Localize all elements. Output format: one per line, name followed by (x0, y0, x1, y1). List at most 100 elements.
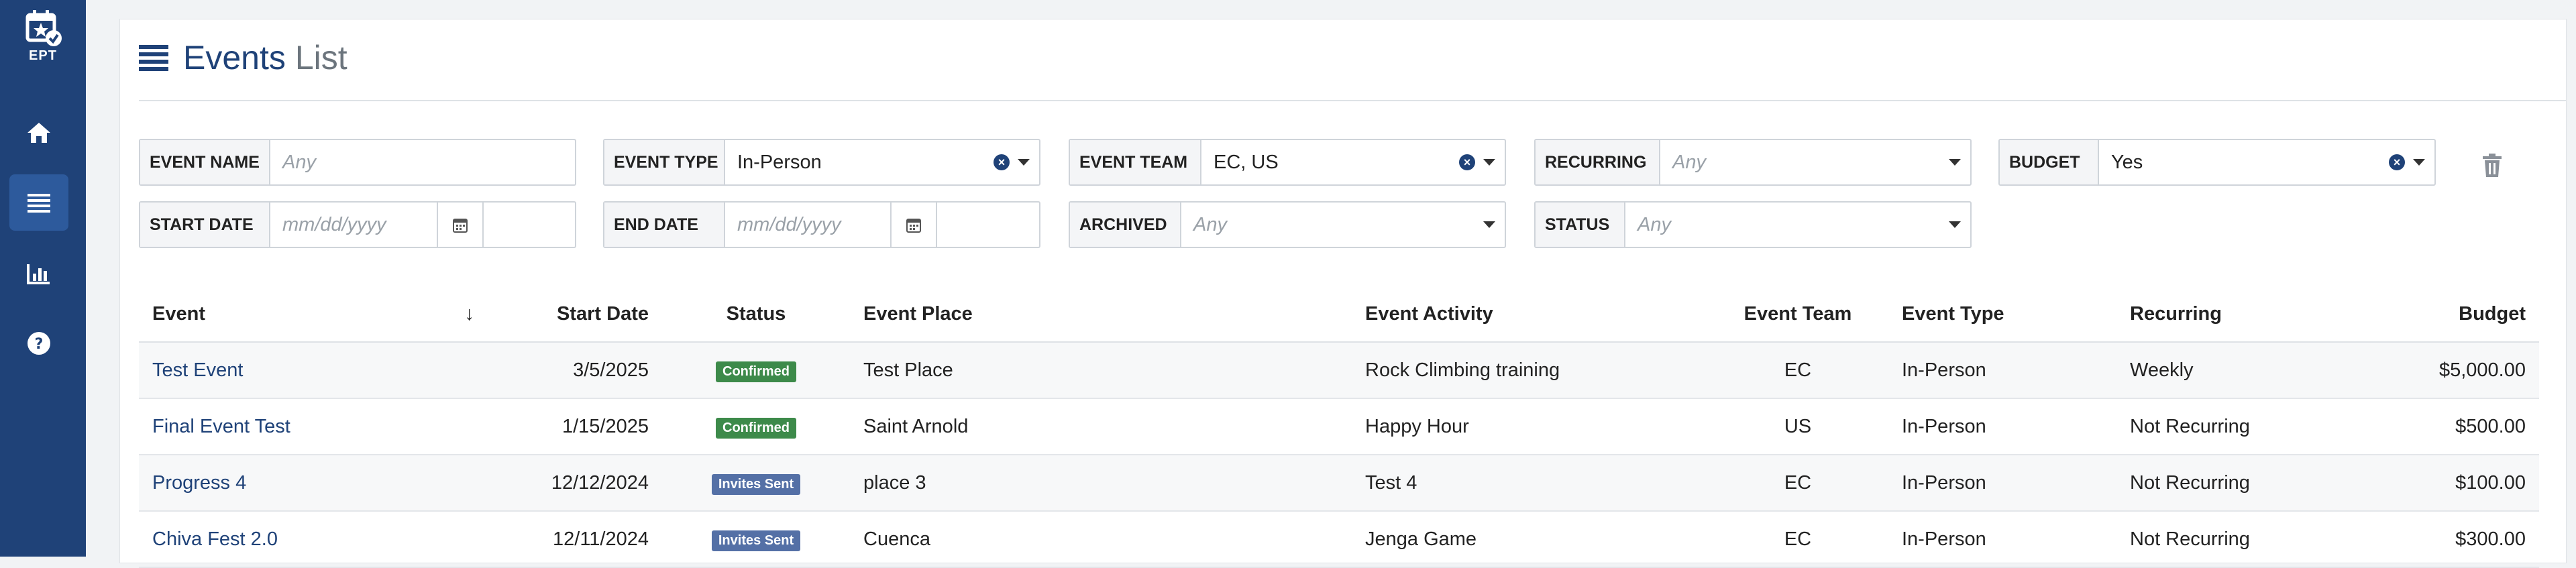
event-type-value: In-Person (737, 151, 822, 173)
col-header-event[interactable]: Event ↓ (139, 286, 488, 343)
event-link[interactable]: Progress 4 (152, 472, 246, 494)
cell-start-date: 12/12/2024 (488, 455, 662, 512)
calendar-check-icon (25, 10, 62, 46)
filter-label: EVENT TYPE (604, 140, 725, 184)
sort-desc-icon[interactable]: ↓ (465, 303, 475, 325)
svg-text:?: ? (35, 336, 44, 353)
cell-recurring: Not Recurring (2116, 398, 2412, 455)
recurring-select[interactable]: Any (1660, 140, 1970, 184)
archived-placeholder: Any (1193, 213, 1227, 235)
col-header-event-activity[interactable]: Event Activity (1352, 286, 1707, 343)
event-name-input[interactable]: Any (270, 140, 575, 184)
page-title: Events List (139, 38, 347, 77)
cell-recurring: Not Recurring (2116, 455, 2412, 512)
budget-value: Yes (2111, 151, 2143, 173)
status-placeholder: Any (1638, 213, 1671, 235)
start-date-input[interactable]: mm/dd/yyyy (270, 203, 437, 247)
cell-event-team: EC (1707, 455, 1888, 512)
status-badge: Invites Sent (711, 530, 801, 551)
filter-budget[interactable]: BUDGET Yes × (1998, 139, 2436, 186)
cell-status: Invites Sent (662, 511, 850, 568)
col-header-event-place[interactable]: Event Place (850, 286, 1352, 343)
start-date-calendar-button[interactable] (437, 203, 482, 247)
cell-start-date: 12/11/2024 (488, 511, 662, 568)
recurring-placeholder: Any (1672, 151, 1706, 173)
title-divider (139, 100, 2566, 101)
nav-list[interactable] (9, 174, 68, 231)
table-row[interactable]: Test Event 3/5/2025 Confirmed Test Place Roc… (139, 342, 2539, 399)
chevron-down-icon[interactable] (1949, 221, 1961, 228)
cell-event-team: US (1707, 398, 1888, 455)
nav-help[interactable]: ? (9, 315, 68, 372)
title-sub: List (294, 39, 347, 76)
chevron-down-icon[interactable] (2413, 159, 2425, 166)
end-date-extra-field[interactable] (936, 203, 1039, 247)
table-row[interactable]: Chiva Fest 2.0 12/11/2024 Invites Sent Cuen… (139, 511, 2539, 568)
event-type-select[interactable]: In-Person × (725, 140, 1039, 184)
col-header-budget[interactable]: Budget (2412, 286, 2539, 343)
events-table: Event ↓ Start Date Status Event Place Ev… (139, 286, 2539, 568)
budget-select[interactable]: Yes × (2099, 140, 2434, 184)
col-header-recurring[interactable]: Recurring (2116, 286, 2412, 343)
filter-event-type[interactable]: EVENT TYPE In-Person × (603, 139, 1040, 186)
chevron-down-icon[interactable] (1483, 159, 1495, 166)
main-panel: Events List EVENT NAME Any EVENT TYPE In… (119, 19, 2567, 568)
cell-event-activity: Test 4 (1352, 455, 1707, 512)
event-link[interactable]: Final Event Test (152, 416, 290, 437)
col-header-event-team[interactable]: Event Team (1707, 286, 1888, 343)
event-link[interactable]: Chiva Fest 2.0 (152, 528, 278, 550)
event-link[interactable]: Test Event (152, 359, 243, 381)
table-row[interactable]: Final Event Test 1/15/2025 Confirmed Saint … (139, 398, 2539, 455)
cell-event-activity: Jenga Game (1352, 511, 1707, 568)
chevron-down-icon[interactable] (1018, 159, 1030, 166)
cell-event-type: In-Person (1888, 342, 2116, 399)
title-main: Events (183, 39, 286, 76)
col-header-start-date[interactable]: Start Date (488, 286, 662, 343)
chart-icon (27, 264, 50, 284)
filter-event-team[interactable]: EVENT TEAM EC, US × (1069, 139, 1506, 186)
chevron-down-icon[interactable] (1483, 221, 1495, 228)
nav-home[interactable] (9, 105, 68, 161)
clear-icon[interactable]: × (994, 154, 1010, 170)
event-team-select[interactable]: EC, US × (1201, 140, 1505, 184)
cell-status: Confirmed (662, 342, 850, 399)
filter-archived[interactable]: ARCHIVED Any (1069, 201, 1506, 248)
cell-event-team: EC (1707, 342, 1888, 399)
cell-event: Final Event Test (139, 398, 488, 455)
clear-icon[interactable]: × (2389, 154, 2405, 170)
cell-start-date: 1/15/2025 (488, 398, 662, 455)
col-header-status[interactable]: Status (662, 286, 850, 343)
logo-text: EPT (29, 48, 57, 63)
chevron-down-icon[interactable] (1949, 159, 1961, 166)
cell-budget: $100.00 (2412, 455, 2539, 512)
trash-icon (2483, 154, 2502, 177)
clear-filters-button[interactable] (2481, 154, 2503, 181)
col-header-event-type[interactable]: Event Type (1888, 286, 2116, 343)
start-date-extra-field[interactable] (482, 203, 575, 247)
sidebar: EPT ? (0, 0, 86, 557)
filter-label: STATUS (1536, 203, 1625, 247)
cell-event: Test Event (139, 342, 488, 399)
end-date-input[interactable]: mm/dd/yyyy (725, 203, 890, 247)
filter-label: EVENT NAME (140, 140, 270, 184)
table-row[interactable]: Progress 4 12/12/2024 Invites Sent place 3T… (139, 455, 2539, 512)
filter-event-name[interactable]: EVENT NAME Any (139, 139, 576, 186)
filter-label: BUDGET (2000, 140, 2099, 184)
cell-status: Invites Sent (662, 455, 850, 512)
nav-reports[interactable] (9, 245, 68, 302)
filter-label: ARCHIVED (1070, 203, 1181, 247)
cell-event-team: EC (1707, 511, 1888, 568)
filter-end-date[interactable]: END DATE mm/dd/yyyy (603, 201, 1040, 248)
clear-icon[interactable]: × (1459, 154, 1475, 170)
archived-select[interactable]: Any (1181, 203, 1505, 247)
status-badge: Invites Sent (711, 473, 801, 495)
filter-recurring[interactable]: RECURRING Any (1534, 139, 1972, 186)
end-date-calendar-button[interactable] (890, 203, 936, 247)
filter-label: START DATE (140, 203, 270, 247)
status-select[interactable]: Any (1625, 203, 1970, 247)
app-logo[interactable]: EPT (15, 8, 71, 68)
filter-start-date[interactable]: START DATE mm/dd/yyyy (139, 201, 576, 248)
cell-event-activity: Happy Hour (1352, 398, 1707, 455)
cell-status: Confirmed (662, 398, 850, 455)
filter-status[interactable]: STATUS Any (1534, 201, 1972, 248)
